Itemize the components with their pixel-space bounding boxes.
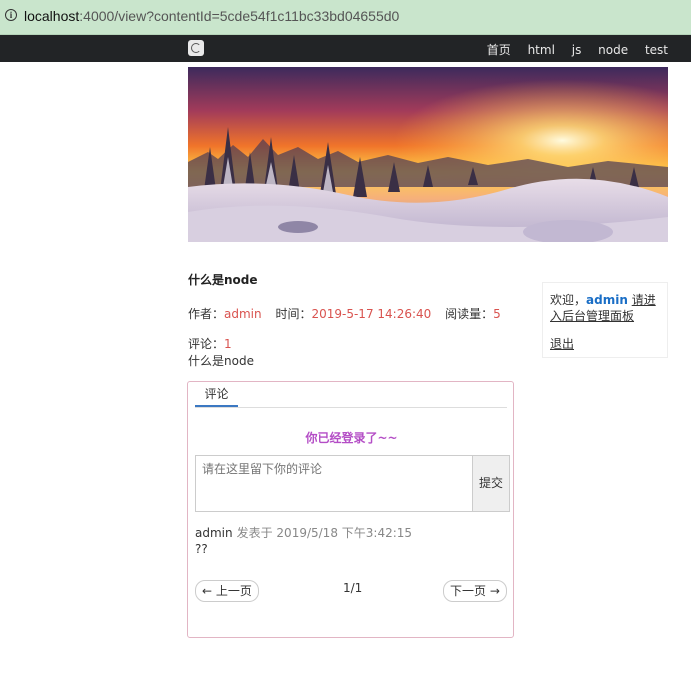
article-meta: 作者：admin 时间：2019-5-17 14:26:40 阅读量：5 评论：… [188, 299, 518, 359]
browser-address-bar[interactable]: i localhost:4000/view?contentId=5cde54f1… [0, 0, 691, 35]
comment-user: admin [195, 526, 233, 540]
nav-item-html[interactable]: html [528, 43, 555, 57]
time-label: 时间： [275, 307, 312, 321]
tab-comments[interactable]: 评论 [195, 382, 238, 407]
banner-image [188, 67, 668, 242]
user-panel: 欢迎，admin 请进入后台管理面板 退出 [542, 282, 668, 358]
url-text[interactable]: localhost:4000/view?contentId=5cde54f1c1… [24, 8, 399, 24]
url-path: :4000/view?contentId=5cde54f1c11bc33bd04… [79, 8, 400, 24]
comments-label: 评论： [188, 337, 225, 351]
nav-item-test[interactable]: test [645, 43, 668, 57]
info-icon[interactable]: i [5, 9, 17, 21]
page-indicator: 1/1 [343, 581, 363, 595]
url-host: localhost [24, 8, 80, 24]
top-navbar: 首页 html js node test [0, 35, 691, 62]
nav-item-node[interactable]: node [598, 43, 628, 57]
comments-value: 1 [224, 337, 232, 351]
views-value: 5 [493, 307, 501, 321]
comment-time: 发表于 2019/5/18 下午3:42:15 [236, 526, 413, 540]
logged-in-message: 你已经登录了~~ [305, 431, 398, 445]
time-value: 2019-5-17 14:26:40 [311, 307, 432, 321]
submit-button[interactable]: 提交 [472, 455, 510, 512]
welcome-text: 欢迎， [550, 293, 587, 307]
nav-item-js[interactable]: js [572, 43, 582, 57]
views-label: 阅读量： [445, 307, 494, 321]
username: admin [586, 293, 628, 307]
comment-input[interactable] [195, 455, 473, 512]
author-label: 作者： [188, 307, 225, 321]
next-page-button[interactable]: 下一页 → [443, 580, 507, 602]
comment-tabs: 评论 [195, 382, 507, 408]
article-title: 什么是node [188, 273, 258, 287]
logout-link[interactable]: 退出 [550, 336, 660, 352]
site-logo-icon[interactable] [188, 40, 204, 56]
comment-panel: 评论 你已经登录了~~ 提交 admin发表于 2019/5/18 下午3:42… [187, 381, 514, 638]
article-content: 什么是node [188, 354, 254, 368]
comment-text: ?? [195, 542, 208, 556]
nav-links: 首页 html js node test [474, 41, 668, 58]
author-value: admin [224, 307, 262, 321]
comment-meta: admin 发表于 2019/5/18 下午3:42:15 [195, 524, 412, 541]
nav-item-home[interactable]: 首页 [487, 43, 511, 57]
prev-page-button[interactable]: ← 上一页 [195, 580, 259, 602]
